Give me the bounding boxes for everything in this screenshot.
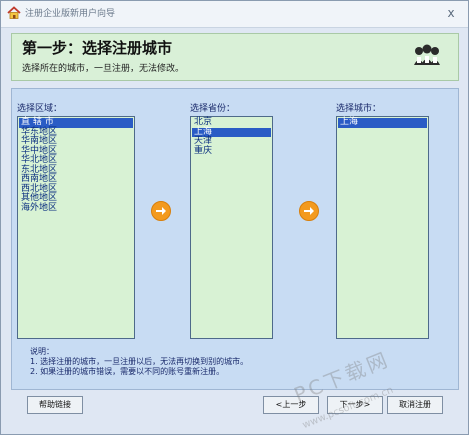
arrow-right-icon[interactable] (151, 201, 171, 221)
home-icon (7, 6, 21, 19)
province-listbox[interactable]: 北京 上海 天津 重庆 (190, 116, 273, 339)
region-list-item[interactable]: 海外地区 (19, 203, 133, 214)
step-header: 第一步：选择注册城市 选择所在的城市，一旦注册，无法修改。 (11, 33, 459, 81)
region-listbox[interactable]: 直 辖 市华东地区 华南地区 华中地区 华北地区 东北地区 西南地区 西北地区 其他地区 海外地… (17, 116, 135, 339)
cancel-register-button[interactable]: 取消注册 (387, 396, 443, 414)
step-subtitle: 选择所在的城市，一旦注册，无法修改。 (22, 64, 185, 74)
wizard-window: 注册企业版新用户向导 x 第一步：选择注册城市 选择所在的城市，一旦注册，无法修… (0, 0, 469, 435)
city-listbox[interactable]: 上海 (336, 116, 429, 339)
close-button[interactable]: x (442, 4, 460, 22)
window-title: 注册企业版新用户向导 (25, 9, 116, 19)
help-link-button[interactable]: 帮助链接 (27, 396, 83, 414)
step-title: 第一步：选择注册城市 (22, 39, 173, 57)
users-logo-icon (414, 44, 440, 65)
province-label: 选择省份： (190, 104, 236, 114)
selection-panel: 选择区域： 选择省份： 选择城市： 直 辖 市华东地区 华南地区 华中地区 华北地区东… (11, 88, 459, 390)
note-line-2: 2. 如果注册的城市错误，需要以不同的账号重新注册。 (30, 367, 225, 376)
province-list-item[interactable]: 重庆 (192, 146, 271, 157)
note-line-1: 1. 选择注册的城市，一旦注册以后，无法再切换到别的城市。 (30, 357, 249, 366)
region-label: 选择区域： (17, 104, 63, 114)
arrow-right-icon[interactable] (299, 201, 319, 221)
city-label: 选择城市： (336, 104, 382, 114)
notes-title: 说明： (30, 347, 54, 356)
title-bar: 注册企业版新用户向导 x (1, 1, 468, 28)
city-list-item[interactable]: 上海 (338, 117, 427, 128)
